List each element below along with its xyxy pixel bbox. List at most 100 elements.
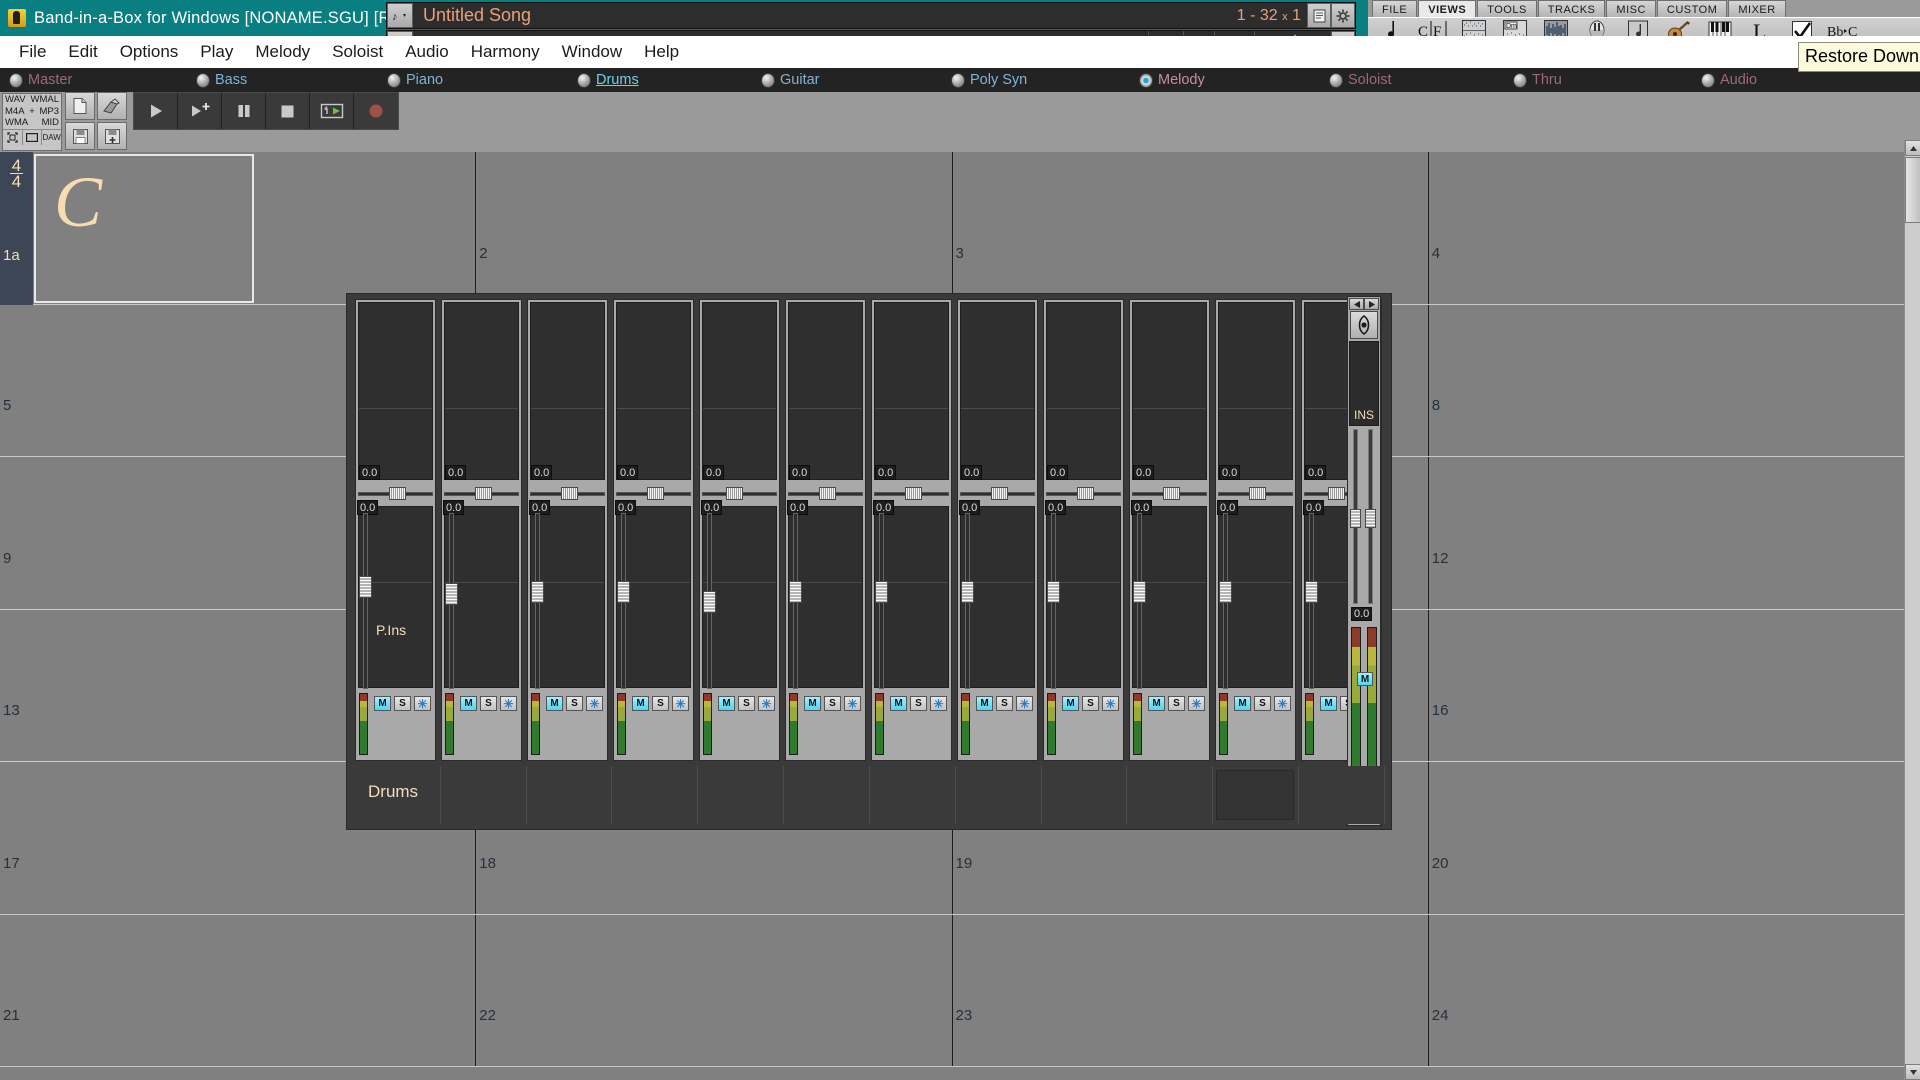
solo-button[interactable]: S bbox=[480, 696, 497, 711]
format-m4a[interactable]: M4A bbox=[5, 106, 25, 117]
radio-icon[interactable] bbox=[952, 73, 964, 87]
chord-cell-bar-16[interactable]: 16 bbox=[1429, 610, 1904, 762]
song-memo-button[interactable] bbox=[1307, 3, 1331, 28]
mixer-channel-strip[interactable]: 0.00.0MS✳ bbox=[699, 299, 780, 761]
menu-item-help[interactable]: Help bbox=[633, 37, 690, 67]
solo-button[interactable]: S bbox=[910, 696, 927, 711]
radio-icon[interactable] bbox=[762, 73, 774, 87]
radio-icon[interactable] bbox=[578, 73, 590, 87]
fader-thumb[interactable] bbox=[1305, 581, 1318, 603]
ribbon-tab-tools[interactable]: TOOLS bbox=[1477, 0, 1537, 17]
chord-cell-bar-21[interactable]: 21 bbox=[0, 914, 477, 1066]
mute-button[interactable]: M bbox=[976, 696, 993, 711]
chord-cell-bar-23[interactable]: 23 bbox=[953, 914, 1429, 1066]
mixer-channel-strip[interactable]: 0.00.0MS✳ bbox=[785, 299, 866, 761]
daw-button[interactable]: DAW bbox=[42, 130, 61, 145]
menu-item-window[interactable]: Window bbox=[551, 37, 633, 67]
menu-item-play[interactable]: Play bbox=[189, 37, 244, 67]
volume-fader[interactable] bbox=[961, 513, 974, 689]
solo-button[interactable]: S bbox=[824, 696, 841, 711]
sheet-section-sidebar[interactable]: 4 4 1a bbox=[0, 152, 33, 305]
radio-icon[interactable] bbox=[197, 73, 209, 87]
mixer-footer-cell[interactable] bbox=[441, 766, 527, 824]
pan-thumb[interactable] bbox=[1328, 487, 1345, 500]
mixer-footer-panel[interactable] bbox=[1216, 770, 1294, 820]
fx-button[interactable]: ✳ bbox=[1102, 696, 1119, 711]
pan-thumb[interactable] bbox=[1077, 487, 1094, 500]
mixer-master-strip[interactable]: INS 0.0 M – bbox=[1347, 296, 1381, 826]
mixer-footer-cell[interactable] bbox=[1299, 766, 1385, 824]
chord-cell-bar-20[interactable]: 20 bbox=[1429, 762, 1904, 914]
format-mid[interactable]: MID bbox=[42, 117, 59, 128]
song-settings-gear-icon[interactable] bbox=[1331, 3, 1355, 28]
radio-icon[interactable] bbox=[1514, 73, 1526, 87]
volume-fader[interactable] bbox=[359, 513, 372, 689]
scrollbar-thumb[interactable] bbox=[1905, 157, 1920, 223]
mixer-channel-strip[interactable]: 0.00.0MS✳ bbox=[613, 299, 694, 761]
mute-button[interactable]: M bbox=[1320, 696, 1337, 711]
pan-thumb[interactable] bbox=[647, 487, 664, 500]
volume-fader[interactable] bbox=[1047, 513, 1060, 689]
fader-thumb[interactable] bbox=[703, 591, 716, 613]
mixer-channel-strip[interactable]: 0.00.0MS✳ bbox=[1043, 299, 1124, 761]
ribbon-tab-file[interactable]: FILE bbox=[1372, 0, 1418, 17]
radio-icon[interactable] bbox=[388, 73, 400, 87]
mixer-channel-strip[interactable]: 0.00.0MS✳ bbox=[1129, 299, 1210, 761]
radio-icon[interactable] bbox=[10, 73, 22, 87]
chord-cell-bar-4[interactable]: 4 bbox=[1429, 152, 1904, 304]
fader-thumb[interactable] bbox=[1219, 581, 1232, 603]
track-selector-guitar[interactable]: Guitar bbox=[762, 72, 820, 88]
track-selector-drums[interactable]: Drums bbox=[578, 72, 639, 88]
mute-button[interactable]: M bbox=[890, 696, 907, 711]
volume-fader[interactable] bbox=[617, 513, 630, 689]
save-button[interactable] bbox=[65, 122, 95, 150]
mixer-footer-cell[interactable] bbox=[612, 766, 699, 824]
fullscreen-icon[interactable] bbox=[3, 129, 23, 145]
time-signature[interactable]: 44 bbox=[0, 152, 33, 190]
master-next-icon[interactable] bbox=[1364, 298, 1379, 310]
generate-play-button[interactable] bbox=[178, 93, 222, 129]
open-file-button[interactable] bbox=[65, 92, 95, 120]
fx-button[interactable]: ✳ bbox=[844, 696, 861, 711]
solo-button[interactable]: S bbox=[996, 696, 1013, 711]
window-icon[interactable] bbox=[23, 129, 43, 145]
fx-button[interactable]: ✳ bbox=[672, 696, 689, 711]
volume-fader[interactable] bbox=[1133, 513, 1146, 689]
ribbon-tab-views[interactable]: VIEWS bbox=[1418, 0, 1477, 17]
track-selector-piano[interactable]: Piano bbox=[388, 72, 443, 88]
track-selector-audio[interactable]: Audio bbox=[1702, 72, 1757, 88]
mixer-footer-cell[interactable] bbox=[870, 766, 956, 824]
mixer-channel-strip[interactable]: 0.0 0.0 P.Ins M S ✳ bbox=[355, 299, 436, 761]
fader-thumb[interactable] bbox=[445, 583, 458, 605]
solo-button[interactable]: S bbox=[1168, 696, 1185, 711]
fx-button[interactable]: ✳ bbox=[414, 696, 431, 711]
track-selector-soloist[interactable]: Soloist bbox=[1330, 72, 1392, 88]
song-list-icon[interactable]: ♪ bbox=[387, 3, 413, 28]
solo-button[interactable]: S bbox=[652, 696, 669, 711]
mixer-channel-strip[interactable]: 0.00.0MS✳ bbox=[871, 299, 952, 761]
pan-thumb[interactable] bbox=[905, 487, 922, 500]
chord-cell-bar-8[interactable]: 8 bbox=[1429, 305, 1904, 457]
menu-item-edit[interactable]: Edit bbox=[57, 37, 108, 67]
menu-item-file[interactable]: File bbox=[8, 37, 57, 67]
format-wav[interactable]: WAV bbox=[5, 94, 26, 105]
current-chord-cell[interactable]: C bbox=[34, 154, 254, 303]
pan-thumb[interactable] bbox=[991, 487, 1008, 500]
track-selector-melody[interactable]: Melody bbox=[1140, 72, 1205, 88]
fx-button[interactable]: ✳ bbox=[1016, 696, 1033, 711]
format-wmal[interactable]: WMAL bbox=[31, 94, 60, 105]
volume-fader[interactable] bbox=[1219, 513, 1232, 689]
track-selector-bass[interactable]: Bass bbox=[197, 72, 247, 88]
fx-button[interactable]: ✳ bbox=[758, 696, 775, 711]
menu-item-options[interactable]: Options bbox=[109, 37, 190, 67]
solo-button[interactable]: S bbox=[394, 696, 411, 711]
master-fader-right-thumb[interactable] bbox=[1365, 509, 1376, 528]
mute-button[interactable]: M bbox=[546, 696, 563, 711]
volume-fader[interactable] bbox=[1305, 513, 1318, 689]
fx-button[interactable]: ✳ bbox=[930, 696, 947, 711]
style-pick-button[interactable] bbox=[97, 92, 127, 120]
fader-thumb[interactable] bbox=[1047, 581, 1060, 603]
solo-button[interactable]: S bbox=[1082, 696, 1099, 711]
chord-cell-bar-12[interactable]: 12 bbox=[1429, 457, 1904, 609]
scroll-down-arrow-icon[interactable] bbox=[1905, 1064, 1920, 1080]
